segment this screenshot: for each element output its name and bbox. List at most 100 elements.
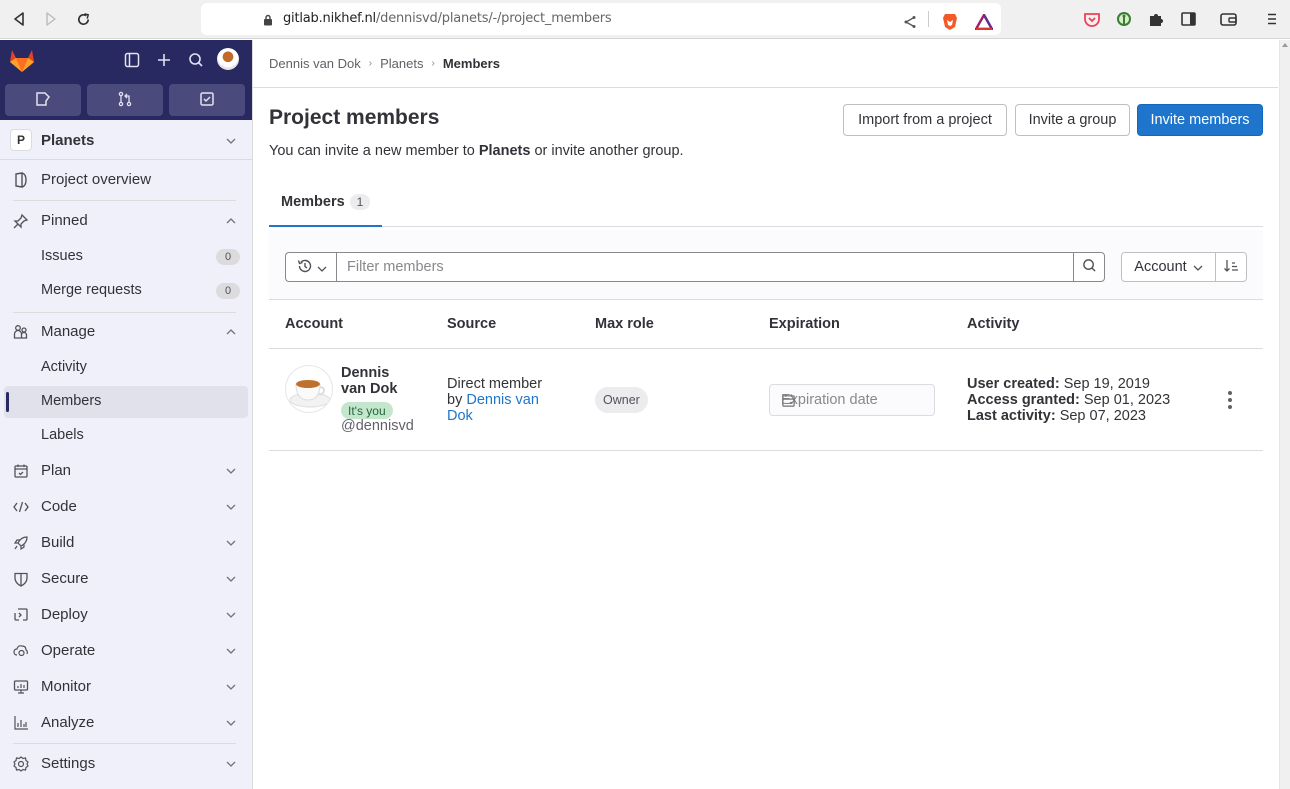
merge-requests-icon [117,91,133,110]
column-header-expiration: Expiration [769,316,840,332]
brave-shields-icon[interactable] [941,13,959,31]
scrollbar[interactable] [1279,40,1290,789]
tabs: Members 1 [269,185,1263,227]
todos-icon [199,91,215,110]
invite-members-button[interactable]: Invite members [1137,104,1263,136]
sidebar-item-pinned[interactable]: Pinned [0,204,252,238]
sidebar-item-issues[interactable]: Issues 0 [4,241,248,273]
reload-icon[interactable] [74,10,92,28]
deploy-icon [13,607,29,623]
user-avatar[interactable] [217,48,239,70]
members-count-badge: 1 [350,194,370,210]
share-icon[interactable] [901,13,919,31]
wallet-icon[interactable] [1219,10,1237,28]
chevron-down-icon [226,574,236,584]
sidebar-collapse-icon[interactable] [122,50,142,70]
page-description: You can invite a new member to Planets o… [269,143,684,159]
sidebar-item-deploy[interactable]: Deploy [0,598,252,632]
tab-members[interactable]: Members 1 [269,185,382,227]
sort-direction-button[interactable] [1215,252,1247,282]
sidebar-header [0,40,252,120]
project-icon [13,172,29,188]
todos-count-button[interactable] [169,84,245,116]
cloud-icon [13,643,29,659]
sort-by-label: Account [1134,259,1187,275]
chevron-down-icon [226,610,236,620]
back-icon[interactable] [10,10,28,28]
issues-count-badge: 0 [216,249,240,265]
breadcrumb-current[interactable]: Members [443,56,500,71]
member-name[interactable]: Dennis van Dok [341,365,411,397]
breadcrumb-owner[interactable]: Dennis van Dok [269,56,361,71]
sidebar-item-settings[interactable]: Settings [0,747,252,781]
monitor-icon [13,679,29,695]
import-from-project-button[interactable]: Import from a project [843,104,1007,136]
pocket-icon[interactable] [1083,10,1101,28]
members-table-header: Account Source Max role Expiration Activ… [269,301,1263,349]
sidebar-item-code[interactable]: Code [0,490,252,524]
create-new-icon[interactable] [154,50,174,70]
address-bar[interactable]: gitlab.nikhef.nl/dennisvd/planets/-/proj… [201,3,1001,35]
sidebar-item-merge-requests[interactable]: Merge requests 0 [4,275,248,307]
gear-icon [13,756,29,772]
extensions-puzzle-icon[interactable] [1147,10,1165,28]
search-button[interactable] [1073,252,1105,282]
sidebar-item-activity[interactable]: Activity [4,352,248,384]
sidebar-toggle-icon[interactable] [1179,10,1197,28]
sidebar-item-monitor[interactable]: Monitor [0,670,252,704]
invite-group-button[interactable]: Invite a group [1015,104,1130,136]
sidebar-item-plan[interactable]: Plan [0,454,252,488]
sidebar-item-manage[interactable]: Manage [0,315,252,349]
member-activity: User created: Sep 19, 2019 Access grante… [967,376,1171,424]
chevron-down-icon [226,502,236,512]
project-switcher[interactable]: P Planets [0,120,252,160]
project-avatar: P [10,129,32,151]
brave-rewards-icon[interactable] [975,13,993,31]
filter-bar: Account [269,230,1263,300]
forward-icon[interactable] [42,10,60,28]
table-row: Dennis van Dok It's you @dennisvd Direct… [269,349,1263,451]
scroll-up-icon[interactable] [1282,43,1288,47]
search-icon[interactable] [186,50,206,70]
browser-toolbar: gitlab.nikhef.nl/dennisvd/planets/-/proj… [0,0,1290,39]
extension-green-icon[interactable] [1115,10,1133,28]
divider [253,87,1278,88]
users-icon [13,324,29,340]
member-avatar[interactable] [285,365,333,413]
sidebar-item-labels[interactable]: Labels [4,420,248,452]
rocket-icon [13,535,29,551]
code-icon [13,499,29,515]
sidebar: P Planets Project overview Pinned Issues… [0,40,253,789]
gitlab-tanuki-logo[interactable] [8,47,36,76]
shield-icon [13,571,29,587]
sidebar-item-build[interactable]: Build [0,526,252,560]
issues-count-button[interactable] [5,84,81,116]
sidebar-item-members[interactable]: Members [4,386,248,418]
calendar-icon [781,393,926,412]
max-role-badge: Owner [595,387,648,413]
breadcrumb-project[interactable]: Planets [380,56,423,71]
sidebar-item-project-overview[interactable]: Project overview [0,163,252,197]
sort-by-dropdown[interactable]: Account [1121,252,1216,282]
lock-icon [263,13,273,29]
chevron-down-icon [226,759,236,769]
merge-requests-count-button[interactable] [87,84,163,116]
sidebar-item-secure[interactable]: Secure [0,562,252,596]
sidebar-item-analyze[interactable]: Analyze [0,706,252,740]
breadcrumb-separator-icon: › [431,58,435,69]
menu-icon[interactable] [1263,10,1281,28]
more-actions-icon[interactable] [1220,389,1240,411]
divider [13,743,236,744]
url-text: gitlab.nikhef.nl/dennisvd/planets/-/proj… [283,11,612,26]
divider [928,11,929,27]
project-name: Planets [41,132,95,149]
chevron-down-icon [226,538,236,548]
sort-ascending-icon [1223,259,1239,276]
divider [13,200,236,201]
expiration-date-input[interactable]: Expiration date [769,384,935,416]
sidebar-item-operate[interactable]: Operate [0,634,252,668]
pin-icon [13,213,29,229]
recent-searches-button[interactable] [285,252,337,282]
column-header-source: Source [447,316,497,332]
filter-members-input[interactable] [336,252,1074,282]
